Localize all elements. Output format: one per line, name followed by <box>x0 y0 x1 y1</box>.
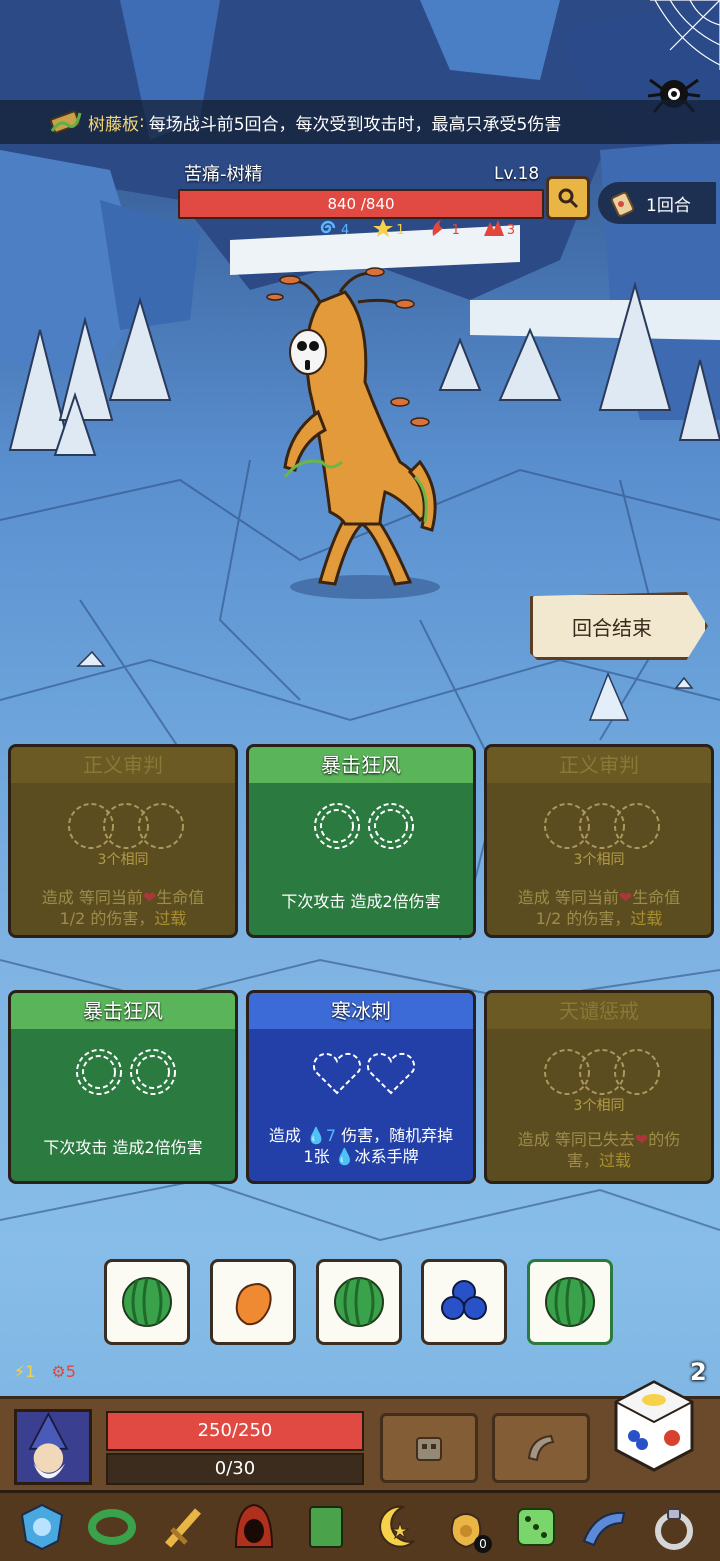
die-watermelon[interactable] <box>316 1259 402 1345</box>
status-effect[interactable]: 1 <box>371 218 405 238</box>
sweet-potato-icon <box>235 1282 272 1326</box>
relic-description: 每场战斗前5回合，每次受到攻击时，最高只承受5伤害 <box>148 114 562 135</box>
dice-slots <box>68 803 184 849</box>
player-hp-text: 250/250 <box>197 1420 273 1441</box>
skill-card[interactable]: 正义审判 3个相同 造成 等同当前❤生命值 1/2 的伤害，过载 <box>8 744 238 938</box>
end-turn-button[interactable]: 回合结束 <box>530 592 708 660</box>
robot-head-icon <box>416 1437 442 1461</box>
card-description: 造成 等同当前❤生命值 1/2 的伤害，过载 <box>517 888 681 928</box>
tree-spirit-enemy[interactable] <box>250 262 470 602</box>
coin-bag-item[interactable]: 0 <box>440 1501 492 1553</box>
scroll-icon <box>611 191 635 217</box>
player-xp-text: 0/30 <box>214 1458 256 1479</box>
gold-sword-icon[interactable] <box>158 1501 210 1553</box>
ability-slot-horn[interactable] <box>492 1413 590 1483</box>
status-value: 1 <box>451 223 460 238</box>
card-title: 正义审判 <box>11 747 235 783</box>
enemy-info-button[interactable] <box>546 176 590 220</box>
player-xp-bar: 0/30 <box>106 1453 364 1485</box>
enemy-status-effects: 4 1 1 3 <box>316 218 515 238</box>
skill-card[interactable]: 寒冰刺 造成 💧7 伤害，随机弃掉 1张 💧冰系手牌 <box>246 990 476 1184</box>
green-die-icon[interactable] <box>510 1501 562 1553</box>
spiral-icon <box>320 220 336 234</box>
relic-inventory: 0 <box>0 1490 720 1561</box>
card-title: 天谴惩戒 <box>487 993 711 1029</box>
dice-slots <box>544 1049 660 1095</box>
roll-dice-button[interactable] <box>612 1378 696 1474</box>
resource-counters: ⚡1 ⚙5 <box>14 1362 76 1381</box>
dice-slots <box>312 1052 416 1095</box>
star-icon <box>373 219 394 237</box>
die-watermelon[interactable] <box>104 1259 190 1345</box>
watermelon-icon <box>122 1277 172 1327</box>
watermelon-icon <box>334 1277 384 1327</box>
end-turn-label: 回合结束 <box>572 615 652 640</box>
water-drop-icon: 💧 <box>334 1147 355 1166</box>
water-drop-icon: 💧7 <box>305 1126 337 1145</box>
status-effect[interactable]: 4 <box>316 218 349 238</box>
lightning-counter: ⚡1 <box>14 1362 36 1381</box>
vine-board-icon <box>49 110 82 134</box>
card-condition: 3个相同 <box>573 1098 625 1114</box>
coin-bag-badge: 0 <box>474 1535 492 1553</box>
card-description: 造成 等同当前❤生命值 1/2 的伤害，过载 <box>41 888 205 928</box>
horn-icon <box>527 1434 555 1462</box>
ability-slot-robot[interactable] <box>380 1413 478 1483</box>
status-effect[interactable]: 3 <box>482 218 515 238</box>
card-title: 暴击狂风 <box>11 993 235 1029</box>
silver-ring-icon[interactable] <box>648 1501 700 1553</box>
player-hp-bar: 250/250 <box>106 1411 364 1451</box>
enemy-hp-bar: 840 /840 <box>178 189 544 219</box>
blue-horn-icon[interactable] <box>578 1501 630 1553</box>
green-bracelet-icon[interactable] <box>86 1501 138 1553</box>
status-value: 1 <box>396 223 405 238</box>
card-condition: 3个相同 <box>97 852 149 868</box>
enemy-name: 苦痛-树精 <box>184 164 263 185</box>
card-title: 暴击狂风 <box>249 747 473 783</box>
claw-icon <box>432 220 443 236</box>
card-description: 下次攻击 造成2倍伤害 <box>43 1138 203 1157</box>
die-watermelon-selected[interactable] <box>527 1259 613 1345</box>
heart-icon: ❤ <box>142 888 157 907</box>
status-value: 3 <box>506 223 516 238</box>
enemy-level: Lv.18 <box>494 164 540 184</box>
card-description: 造成 💧7 伤害，随机弃掉 1张 💧冰系手牌 <box>268 1126 454 1166</box>
card-description: 造成 等同已失去❤的伤 害，过载 <box>517 1130 681 1170</box>
turn-counter: 1回合 <box>598 182 716 224</box>
red-hood-icon[interactable] <box>228 1501 280 1553</box>
blue-shield-icon[interactable] <box>16 1501 68 1553</box>
skill-card[interactable]: 天谴惩戒 3个相同 造成 等同已失去❤的伤 害，过载 <box>484 990 714 1184</box>
magnifier-icon <box>558 188 579 209</box>
die-blueberry[interactable] <box>421 1259 507 1345</box>
card-title: 寒冰刺 <box>249 993 473 1029</box>
dice-slots <box>544 803 660 849</box>
relic-separator: : <box>139 112 145 132</box>
skill-card[interactable]: 正义审判 3个相同 造成 等同当前❤生命值 1/2 的伤害，过载 <box>484 744 714 938</box>
card-condition: 3个相同 <box>573 852 625 868</box>
skill-card[interactable]: 暴击狂风 下次攻击 造成2倍伤害 <box>8 990 238 1184</box>
enemy-hp-text: 840 /840 <box>327 195 395 213</box>
status-effect[interactable]: 1 <box>427 218 460 238</box>
blueberry-icon <box>441 1280 487 1320</box>
die-potato[interactable] <box>210 1259 296 1345</box>
watermelon-icon <box>545 1277 595 1327</box>
spike-icon <box>483 220 504 236</box>
gear-counter: ⚙5 <box>51 1362 76 1381</box>
moon-star-icon[interactable] <box>370 1501 422 1553</box>
green-book-icon[interactable] <box>300 1501 352 1553</box>
dice-slots <box>76 1049 176 1095</box>
wizard-portrait[interactable] <box>14 1409 92 1485</box>
heart-icon: ❤ <box>618 888 633 907</box>
heart-icon: ❤ <box>634 1130 649 1149</box>
active-relic-banner[interactable]: 树藤板 : 每场战斗前5回合，每次受到攻击时，最高只承受5伤害 <box>0 100 720 144</box>
status-value: 4 <box>341 223 350 238</box>
dice-slots <box>314 803 414 849</box>
card-description: 下次攻击 造成2倍伤害 <box>281 892 441 911</box>
skill-card[interactable]: 暴击狂风 下次攻击 造成2倍伤害 <box>246 744 476 938</box>
card-title: 正义审判 <box>487 747 711 783</box>
turn-label: 1回合 <box>646 195 691 216</box>
relic-name: 树藤板 <box>88 114 139 135</box>
